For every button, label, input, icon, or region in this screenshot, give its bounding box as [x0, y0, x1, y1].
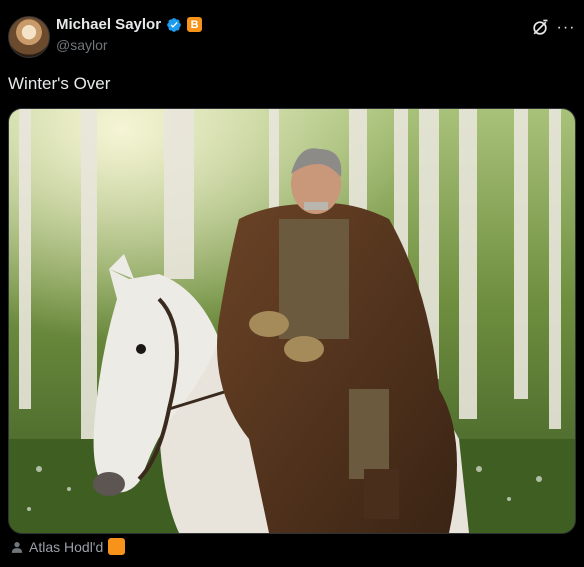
- author-name-row: Michael Saylor B: [56, 16, 203, 33]
- tweet-header: Michael Saylor B @saylor ···: [8, 14, 576, 58]
- person-icon: [11, 541, 23, 553]
- community-note-row[interactable]: Atlas Hodl'd: [10, 538, 126, 555]
- photo-horse-rider: [9, 109, 575, 533]
- bitcoin-badge: B: [187, 17, 203, 32]
- more-icon[interactable]: ···: [556, 18, 576, 38]
- tweet-media-image[interactable]: [8, 108, 576, 534]
- author-handle[interactable]: @saylor: [56, 37, 108, 53]
- avatar[interactable]: [8, 16, 50, 58]
- grok-icon[interactable]: [530, 18, 550, 38]
- footer-label: Atlas Hodl'd: [29, 538, 104, 555]
- tweet-text: Winter's Over: [8, 74, 111, 93]
- orange-square-icon: [108, 538, 126, 555]
- verified-badge-icon: [167, 17, 181, 32]
- author-display-name[interactable]: Michael Saylor: [56, 16, 161, 33]
